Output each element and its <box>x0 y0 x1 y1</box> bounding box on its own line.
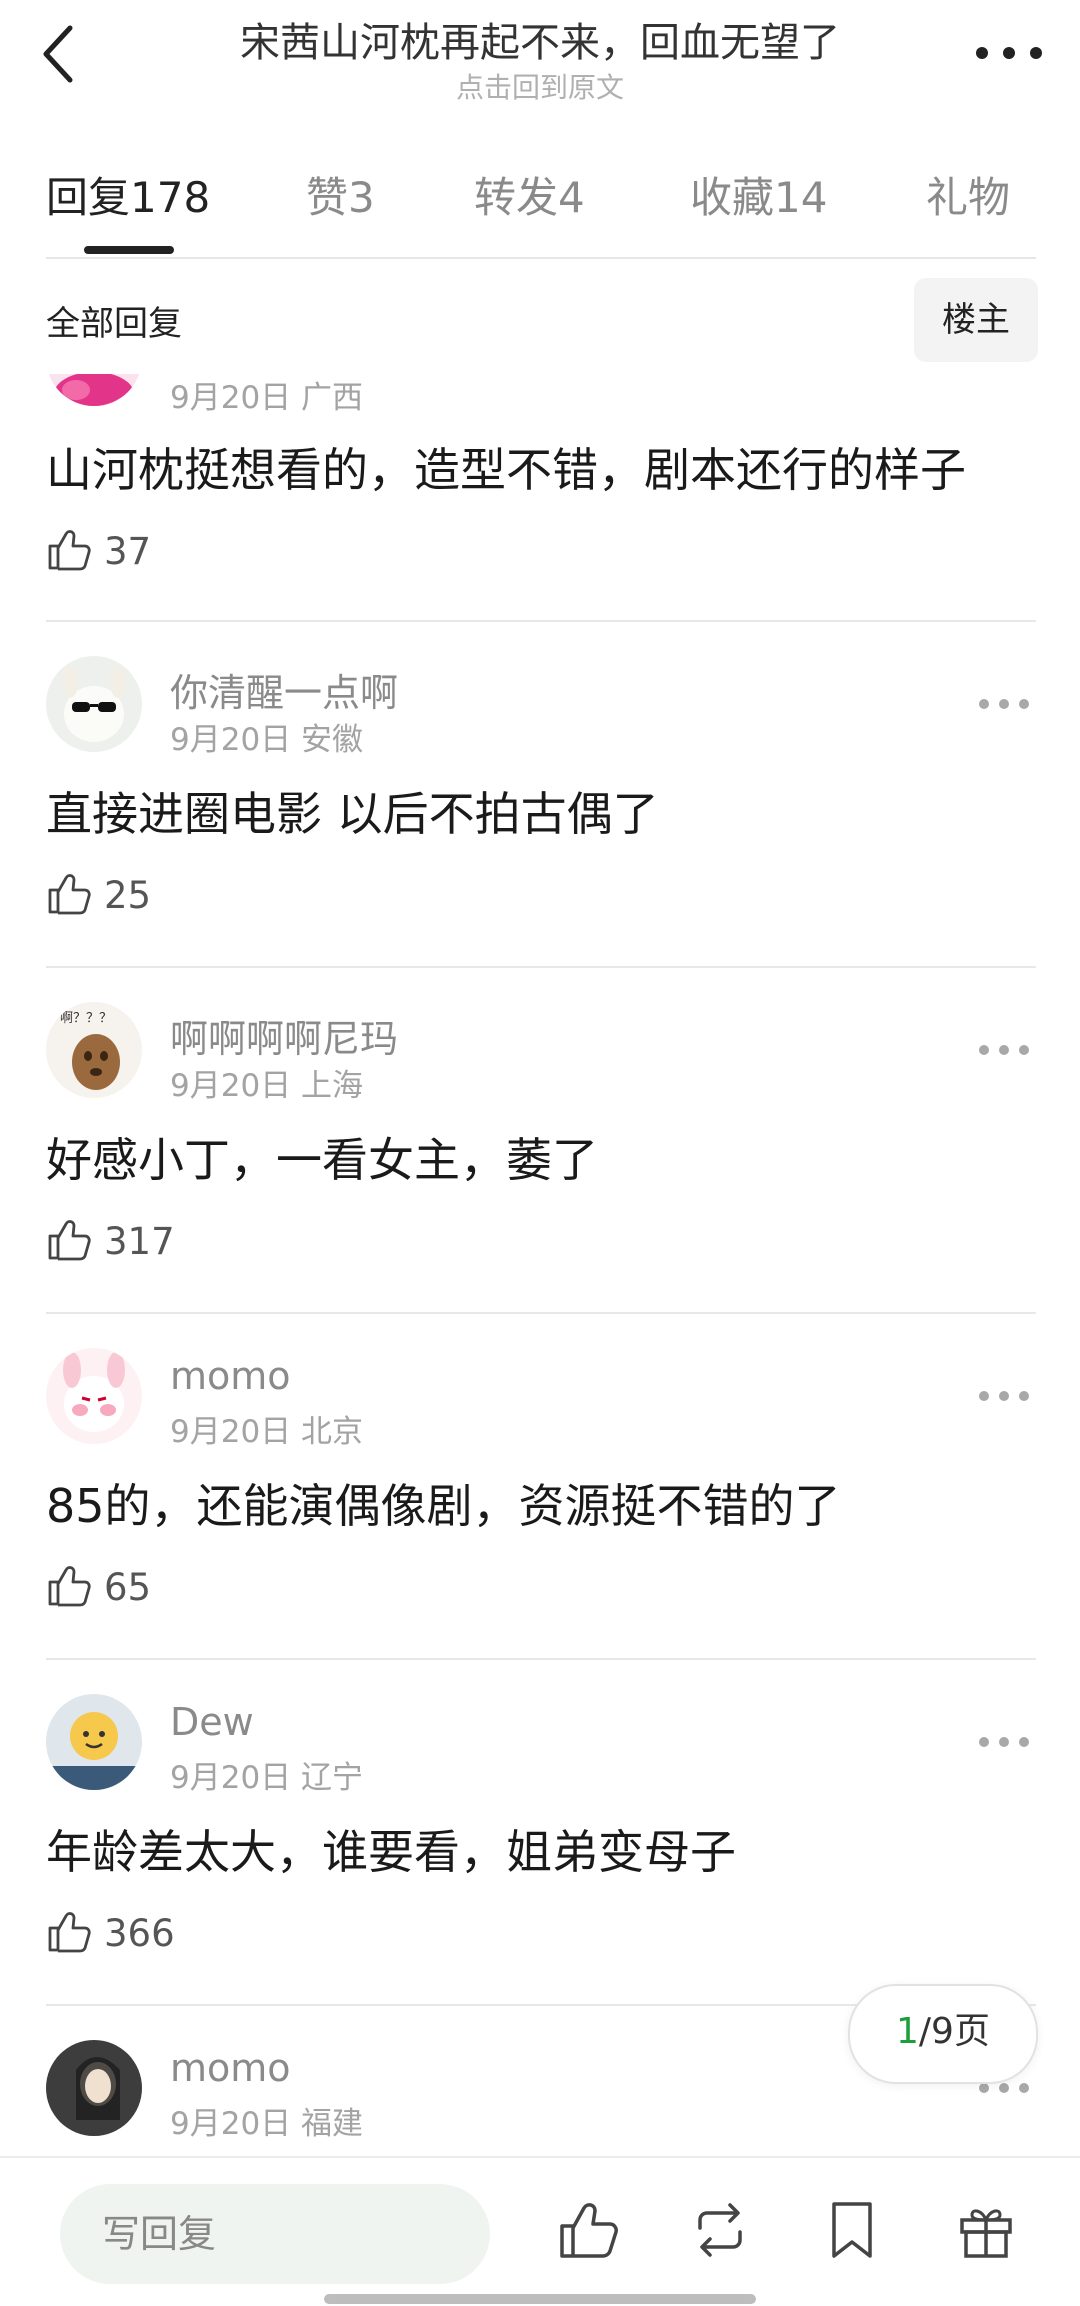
comment-meta: 9月20日 广西 <box>170 380 364 416</box>
avatar[interactable] <box>46 656 142 752</box>
comment-username[interactable]: 啊啊啊啊尼玛 <box>170 1008 398 1063</box>
comment-more-icon[interactable] <box>976 1734 1032 1750</box>
like-count: 317 <box>104 1220 175 1263</box>
thumbs-up-icon <box>48 530 91 571</box>
comment-username[interactable]: momo <box>170 1354 291 1398</box>
tab-likes[interactable]: 赞3 <box>306 164 375 225</box>
reply-input[interactable]: 写回复 <box>60 2184 490 2284</box>
divider <box>46 1658 1036 1660</box>
thumbs-up-icon <box>48 874 91 915</box>
tab-gifts[interactable]: 礼物 <box>926 164 1010 225</box>
avatar[interactable] <box>46 2040 142 2136</box>
current-page: 1 <box>896 2011 919 2052</box>
top-bar: 宋茜山河枕再起不来，回血无望了 点击回到原文 <box>0 0 1080 120</box>
home-indicator <box>324 2294 756 2304</box>
avatar[interactable] <box>46 1348 142 1444</box>
back-arrow-icon[interactable] <box>36 22 84 86</box>
thumbs-up-icon <box>48 1220 91 1261</box>
bottom-action-bar: 写回复 <box>0 2156 1080 2306</box>
comment-meta: 9月20日 上海 <box>170 1068 364 1104</box>
comment-more-icon[interactable] <box>976 696 1032 712</box>
divider <box>46 1312 1036 1314</box>
comment-more-icon[interactable] <box>976 1042 1032 1058</box>
page-indicator[interactable]: 1/9页 <box>848 1984 1038 2084</box>
tab-reposts[interactable]: 转发4 <box>474 164 585 225</box>
comment-text[interactable]: 年龄差太大，谁要看，姐弟变母子 <box>46 1816 736 1882</box>
comment-username[interactable]: Dew <box>170 1700 254 1744</box>
like-count: 65 <box>104 1566 152 1609</box>
comment-meta: 9月20日 福建 <box>170 2106 364 2142</box>
active-tab-indicator <box>84 246 174 254</box>
comment-meta: 9月20日 辽宁 <box>170 1760 364 1796</box>
comment-text[interactable]: 山河枕挺想看的，造型不错，剧本还行的样子 <box>46 434 966 500</box>
post-title[interactable]: 宋茜山河枕再起不来，回血无望了 <box>160 10 920 68</box>
comment-text[interactable]: 85的，还能演偶像剧，资源挺不错的了 <box>46 1470 841 1536</box>
total-pages: /9页 <box>918 2011 990 2052</box>
thumbs-up-icon <box>48 1912 91 1953</box>
comment-meta: 9月20日 安徽 <box>170 722 364 758</box>
comment-meta: 9月20日 北京 <box>170 1414 364 1450</box>
owner-only-button[interactable]: 楼主 <box>914 278 1038 362</box>
repost-icon[interactable] <box>688 2198 752 2262</box>
divider <box>46 620 1036 622</box>
divider <box>46 966 1036 968</box>
like-count: 366 <box>104 1912 175 1955</box>
gift-icon[interactable] <box>954 2198 1018 2262</box>
like-icon[interactable] <box>556 2198 620 2262</box>
comment-username[interactable]: momo <box>170 2046 291 2090</box>
more-options-icon[interactable] <box>974 36 1044 70</box>
comment-text[interactable]: 好感小丁，一看女主，萎了 <box>46 1124 598 1190</box>
comment-text[interactable]: 直接进圈电影 以后不拍古偶了 <box>46 778 659 844</box>
back-to-post-link[interactable]: 点击回到原文 <box>160 66 920 106</box>
bookmark-icon[interactable] <box>820 2198 884 2262</box>
filter-bar: 全部回复 楼主 <box>0 262 1080 374</box>
thumbs-up-icon <box>48 1566 91 1607</box>
avatar[interactable] <box>46 1694 142 1790</box>
avatar-caption: 啊？？？ <box>60 1011 112 1026</box>
tab-favorites[interactable]: 收藏14 <box>690 164 827 225</box>
tab-replies[interactable]: 回复178 <box>46 164 210 225</box>
tabs-divider <box>46 257 1036 259</box>
comment-username[interactable]: 你清醒一点啊 <box>170 662 398 717</box>
like-count: 37 <box>104 530 152 573</box>
comment-more-icon[interactable] <box>976 1388 1032 1404</box>
all-replies-filter[interactable]: 全部回复 <box>46 296 182 345</box>
avatar[interactable]: 啊？？？ <box>46 1002 142 1098</box>
like-count: 25 <box>104 874 152 917</box>
interaction-tabs: 回复178 赞3 转发4 收藏14 礼物 <box>46 150 1036 260</box>
